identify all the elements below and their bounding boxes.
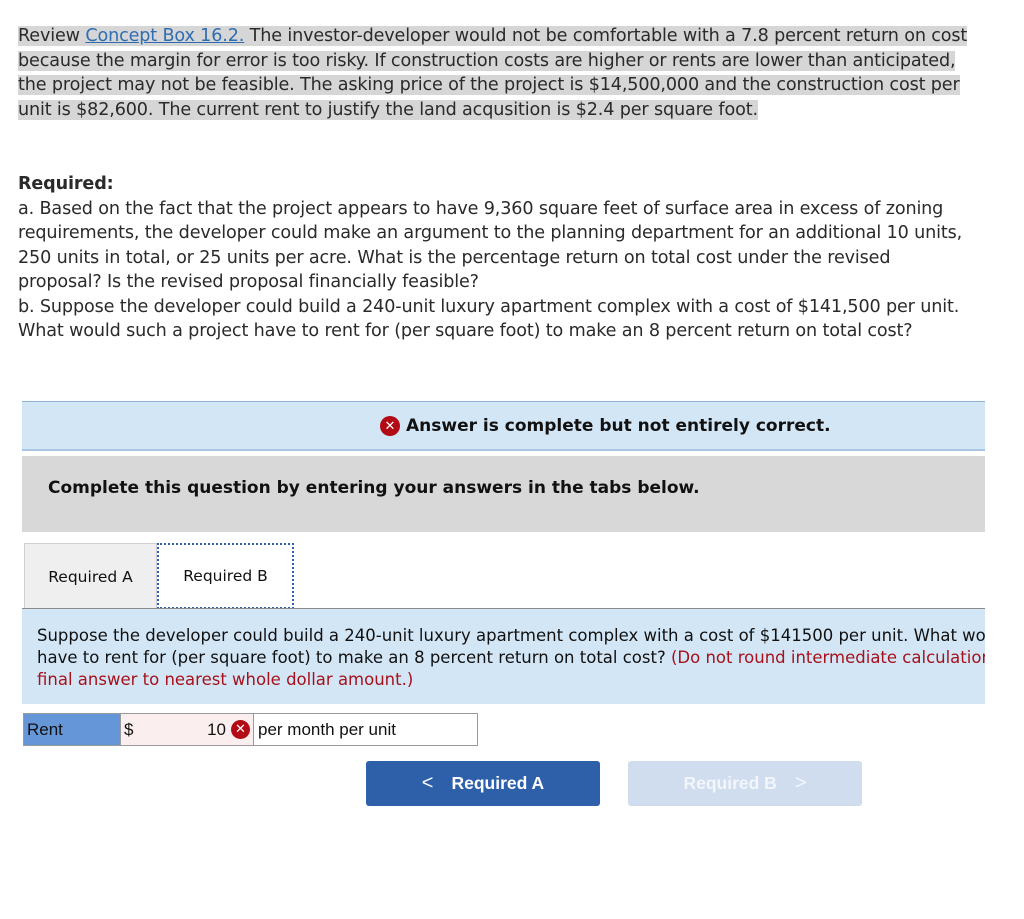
question-box: Suppose the developer could build a 240-… — [22, 609, 985, 704]
status-banner: ✕ Answer is complete but not entirely co… — [22, 401, 985, 451]
status-message: Answer is complete but not entirely corr… — [406, 416, 831, 436]
chevron-right-icon: > — [794, 772, 807, 794]
rent-input[interactable]: $ 10 ✕ — [121, 714, 254, 745]
question-text: Suppose the developer could build a 240-… — [37, 625, 985, 691]
next-required-b-button[interactable]: Required B > — [628, 761, 862, 806]
tab-required-a[interactable]: Required A — [24, 543, 157, 609]
answer-area: ✕ Answer is complete but not entirely co… — [0, 0, 985, 919]
rent-value[interactable]: 10 — [133, 720, 231, 740]
prev-required-a-button[interactable]: < Required A — [366, 761, 600, 806]
instructions-box: Complete this question by entering your … — [22, 456, 985, 532]
answer-row: Rent $ 10 ✕ per month per unit — [23, 713, 478, 746]
x-circle-icon: ✕ — [380, 416, 400, 436]
currency-symbol: $ — [124, 719, 134, 739]
incorrect-icon: ✕ — [231, 720, 250, 739]
chevron-left-icon: < — [421, 772, 434, 794]
tab-required-b[interactable]: Required B — [157, 543, 294, 609]
rent-unit: per month per unit — [254, 714, 477, 745]
rent-label: Rent — [24, 714, 121, 745]
instructions-text: Complete this question by entering your … — [48, 478, 700, 498]
